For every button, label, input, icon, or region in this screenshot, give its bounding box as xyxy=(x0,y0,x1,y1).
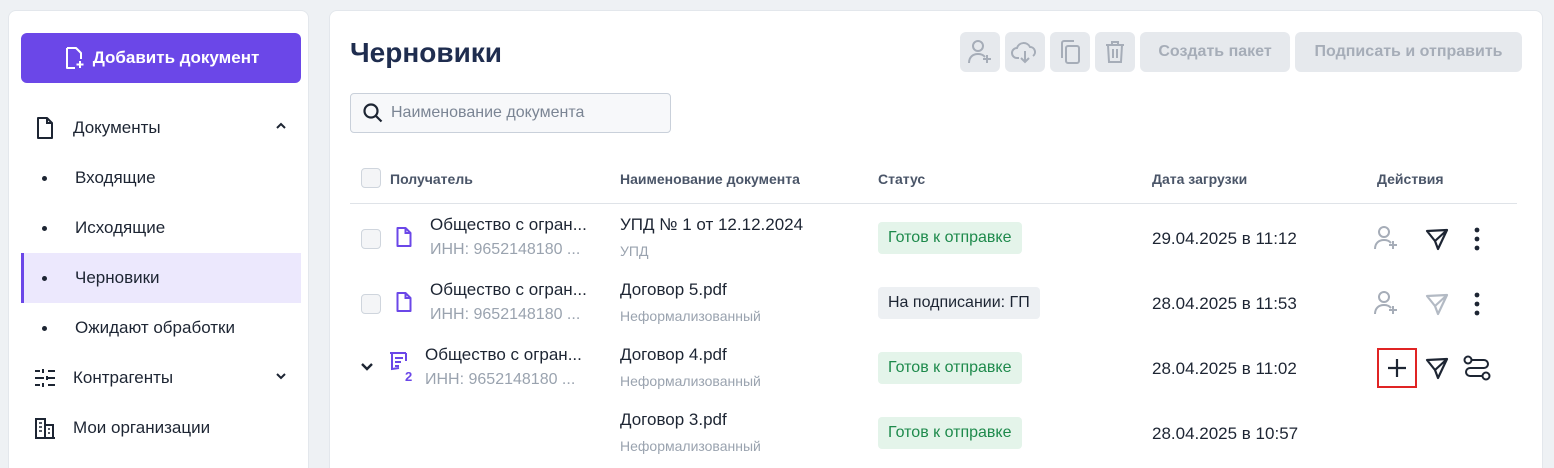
sidebar-item-outgoing[interactable]: Исходящие xyxy=(21,203,301,253)
document-type: Неформализованный xyxy=(620,373,761,389)
main-panel: Черновики Создать пакет Подписать и отпр… xyxy=(329,10,1543,468)
send-icon xyxy=(1425,228,1449,251)
document-type: Неформализованный xyxy=(620,308,761,324)
status-badge: Готов к отправке xyxy=(878,352,1022,384)
document-type: УПД xyxy=(620,243,649,259)
table-row-child[interactable]: Договор 3.pdf Неформализованный Готов к … xyxy=(330,400,1544,464)
status-badge: На подписании: ГП xyxy=(878,287,1040,319)
table-row[interactable]: Общество с огран... ИНН: 9652148180 ... … xyxy=(330,205,1544,269)
search-input[interactable] xyxy=(391,104,651,122)
send-action[interactable] xyxy=(1423,225,1451,253)
more-vertical-icon xyxy=(1474,292,1480,316)
row-checkbox[interactable] xyxy=(361,294,381,314)
sign-and-send-button[interactable]: Подписать и отправить xyxy=(1295,32,1522,72)
upload-date: 28.04.2025 в 11:02 xyxy=(1152,359,1297,378)
upload-date: 29.04.2025 в 11:12 xyxy=(1152,229,1297,248)
route-action[interactable] xyxy=(1463,354,1491,382)
sidebar-item-incoming[interactable]: Входящие xyxy=(21,153,301,203)
bullet-icon xyxy=(42,175,47,181)
copy-button[interactable] xyxy=(1050,32,1090,72)
file-icon xyxy=(396,227,412,252)
upload-date: 28.04.2025 в 11:53 xyxy=(1152,294,1297,313)
recipient-name: Общество с огран... xyxy=(430,215,587,234)
sidebar-item-label: Документы xyxy=(73,118,161,137)
file-icon xyxy=(396,292,412,317)
document-icon xyxy=(33,116,57,140)
chevron-down-icon xyxy=(276,373,286,380)
expand-chevron-icon[interactable] xyxy=(360,360,374,378)
table-row[interactable]: Общество с огран... ИНН: 9652148180 ... … xyxy=(330,270,1544,334)
sidebar: Добавить документ Документы Входящие Исх… xyxy=(8,10,309,468)
recipient-inn: ИНН: 9652148180 ... xyxy=(430,241,581,258)
column-header-status[interactable]: Статус xyxy=(878,171,925,187)
sidebar-item-contractors[interactable]: Контрагенты xyxy=(21,353,301,403)
create-package-button[interactable]: Создать пакет xyxy=(1140,32,1290,72)
send-action[interactable] xyxy=(1423,290,1451,318)
column-header-document[interactable]: Наименование документа xyxy=(620,171,800,187)
select-all-checkbox[interactable] xyxy=(361,168,381,188)
route-icon xyxy=(1463,355,1491,381)
send-icon xyxy=(1425,357,1449,380)
user-plus-icon xyxy=(968,40,991,64)
column-header-date[interactable]: Дата загрузки xyxy=(1152,171,1247,187)
search-icon xyxy=(363,103,383,123)
cloud-download-icon xyxy=(1011,42,1036,64)
recipient-inn: ИНН: 9652148180 ... xyxy=(425,371,576,388)
column-header-recipient[interactable]: Получатель xyxy=(390,171,473,187)
sidebar-item-label: Исходящие xyxy=(75,218,166,237)
document-type: Неформализованный xyxy=(620,438,761,454)
building-icon xyxy=(33,416,57,440)
recipient-inn: ИНН: 9652148180 ... xyxy=(430,306,581,323)
table-row-package[interactable]: 2 Общество с огран... ИНН: 9652148180 ..… xyxy=(330,335,1544,399)
status-badge: Готов к отправке xyxy=(878,222,1022,254)
sidebar-item-drafts[interactable]: Черновики xyxy=(21,253,301,303)
sidebar-item-label: Мои организации xyxy=(73,418,211,437)
upload-date: 28.04.2025 в 10:57 xyxy=(1152,424,1299,443)
plus-icon xyxy=(1388,359,1406,377)
send-icon xyxy=(1425,293,1449,316)
more-actions[interactable] xyxy=(1463,225,1491,253)
header-divider xyxy=(350,203,1517,204)
row-checkbox[interactable] xyxy=(361,229,381,249)
bullet-icon xyxy=(42,275,47,281)
package-count: 2 xyxy=(405,369,413,384)
more-actions[interactable] xyxy=(1463,290,1491,318)
chevron-up-icon xyxy=(276,122,286,129)
contractors-icon xyxy=(33,366,57,390)
user-plus-icon xyxy=(1374,226,1397,250)
sidebar-item-label: Контрагенты xyxy=(73,368,174,387)
add-document-button[interactable]: Добавить документ xyxy=(21,33,301,83)
file-plus-icon xyxy=(65,47,84,69)
delete-button[interactable] xyxy=(1095,32,1135,72)
bullet-icon xyxy=(42,325,47,331)
add-document-label: Добавить документ xyxy=(92,48,260,67)
add-recipient-button[interactable] xyxy=(960,32,1000,72)
download-button[interactable] xyxy=(1005,32,1045,72)
recipient-name: Общество с огран... xyxy=(425,345,582,364)
bullet-icon xyxy=(42,225,47,231)
document-name[interactable]: Договор 5.pdf xyxy=(620,280,761,300)
add-to-package-button[interactable] xyxy=(1377,348,1417,388)
sidebar-item-label: Черновики xyxy=(75,268,160,287)
column-header-actions: Действия xyxy=(1377,171,1444,187)
trash-icon xyxy=(1106,41,1124,63)
more-vertical-icon xyxy=(1474,227,1480,251)
copy-icon xyxy=(1061,40,1080,64)
status-badge: Готов к отправке xyxy=(878,417,1022,449)
document-name[interactable]: Договор 3.pdf xyxy=(620,410,761,430)
recipient-name: Общество с огран... xyxy=(430,280,587,299)
sidebar-item-organizations[interactable]: Мои организации xyxy=(21,403,301,453)
document-name[interactable]: Договор 4.pdf xyxy=(620,345,761,365)
sidebar-item-documents[interactable]: Документы xyxy=(21,103,301,153)
document-name[interactable]: УПД № 1 от 12.12.2024 xyxy=(620,215,803,235)
user-plus-icon xyxy=(1374,291,1397,315)
add-recipient-action[interactable] xyxy=(1372,224,1400,252)
send-action[interactable] xyxy=(1423,354,1451,382)
add-recipient-action[interactable] xyxy=(1372,289,1400,317)
sidebar-item-awaiting[interactable]: Ожидают обработки xyxy=(21,303,301,353)
page-title: Черновики xyxy=(350,37,503,68)
search-field[interactable] xyxy=(350,93,671,133)
sidebar-item-label: Входящие xyxy=(75,168,156,187)
sidebar-item-label: Ожидают обработки xyxy=(75,318,235,337)
